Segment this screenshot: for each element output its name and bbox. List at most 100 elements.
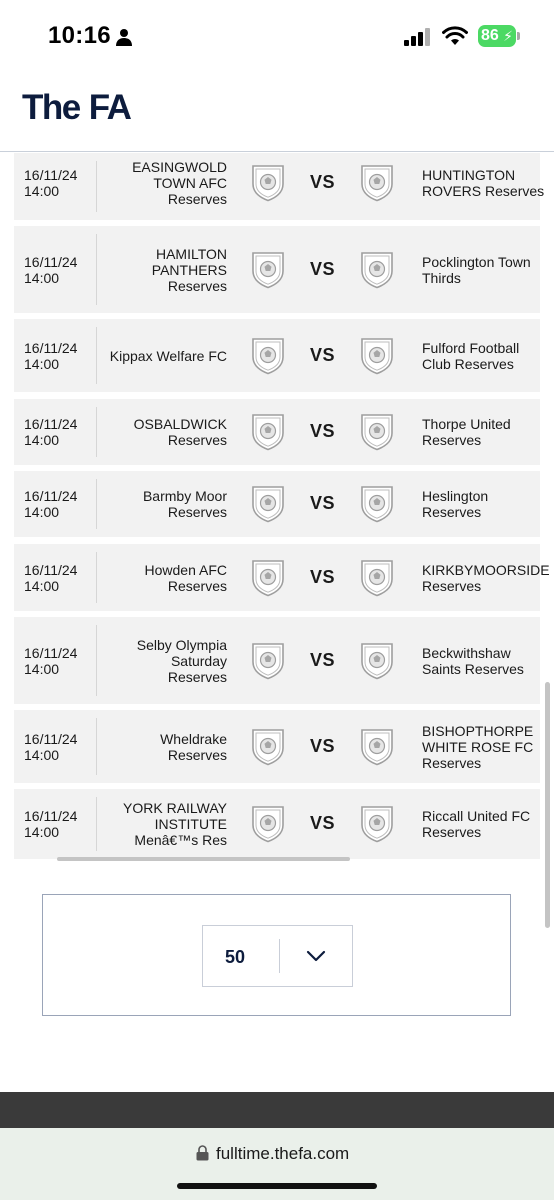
versus-label: VS — [310, 567, 336, 587]
battery-indicator: 86 ⚡ — [478, 25, 516, 47]
fixture-row[interactable]: 16/11/24 14:00 OSBALDWICK Reserves VS Thorpe … — [14, 399, 540, 465]
away-team-name-line: Fulford Football — [422, 340, 520, 356]
status-time: 10:16 — [48, 22, 111, 49]
fixture-row[interactable]: 16/11/24 14:00 Wheldrake Reserves VS BISHOPTH… — [14, 710, 540, 783]
fixture-row[interactable]: 16/11/24 14:00 EASINGWOLD TOWN AFC Reserves V… — [14, 153, 544, 220]
versus-label: VS — [310, 259, 336, 279]
home-team-name-line: HAMILTON — [155, 246, 227, 262]
away-team-name-line: Beckwithshaw — [422, 645, 511, 661]
away-team[interactable]: HUNTINGTON ROVERS Reserves — [422, 167, 544, 199]
away-team-name-line: Thorpe United — [422, 416, 511, 432]
fixture-row[interactable]: 16/11/24 14:00 Howden AFC Reserves VS KIRKBYM… — [14, 544, 550, 611]
home-team[interactable]: Barmby Moor Reserves — [77, 488, 227, 520]
away-team-name-line: Club Reserves — [422, 356, 514, 372]
home-team[interactable]: HAMILTON PANTHERS Reserves — [77, 246, 227, 294]
club-crest-icon — [252, 252, 284, 289]
home-team-name-line: OSBALDWICK — [133, 416, 227, 432]
club-crest-icon — [361, 165, 393, 202]
home-team[interactable]: YORK RAILWAY INSTITUTE Menâ€™s Res — [77, 800, 227, 848]
versus-label: VS — [310, 172, 336, 192]
away-team-name-line: Heslington — [422, 488, 489, 504]
club-crest-icon — [252, 560, 284, 597]
home-team-name-line: Reserves — [167, 432, 227, 448]
versus-label: VS — [310, 493, 336, 513]
home-team[interactable]: Kippax Welfare FC — [77, 348, 227, 364]
away-team-name-line: Saints Reserves — [422, 661, 524, 677]
url-text[interactable]: fulltime.thefa.com — [216, 1144, 349, 1164]
status-bar: 10:16 86 ⚡ — [0, 0, 554, 72]
club-crest-icon — [361, 252, 393, 289]
lock-icon — [196, 1145, 209, 1161]
club-crest-icon — [361, 560, 393, 597]
away-team[interactable]: Pocklington Town Thirds — [422, 254, 544, 286]
club-crest-icon — [361, 414, 393, 451]
home-team-name-line: Menâ€™s Res — [134, 832, 227, 848]
away-team[interactable]: KIRKBYMOORSIDE Reserves — [422, 562, 550, 594]
fixture-row[interactable]: 16/11/24 14:00 Kippax Welfare FC VS Fulford … — [14, 319, 540, 392]
home-team-name-line: Selby Olympia — [136, 637, 227, 653]
club-crest-icon — [252, 414, 284, 451]
home-team[interactable]: OSBALDWICK Reserves — [77, 416, 227, 448]
club-crest-icon — [252, 486, 284, 523]
home-team-name-line: Reserves — [167, 669, 227, 685]
home-team-name-line: PANTHERS — [151, 262, 227, 278]
select-divider — [279, 939, 280, 973]
home-team[interactable]: EASINGWOLD TOWN AFC Reserves — [77, 159, 227, 207]
logo-fa: FA — [88, 88, 132, 127]
away-team[interactable]: Fulford Football Club Reserves — [422, 340, 544, 372]
page-footer — [0, 1092, 554, 1128]
home-team[interactable]: Wheldrake Reserves — [77, 731, 227, 763]
away-team[interactable]: BISHOPTHORPE WHITE ROSE FC Reserves — [422, 723, 544, 771]
the-fa-logo[interactable]: The FA — [22, 88, 132, 128]
away-team-name-line: HUNTINGTON — [422, 167, 516, 183]
home-team-name-line: Wheldrake — [160, 731, 227, 747]
home-team-name-line: Reserves — [167, 191, 227, 207]
home-team-name-line: Saturday — [170, 653, 227, 669]
away-team-name-line: Reserves — [422, 755, 482, 771]
cellular-signal-icon — [404, 28, 430, 46]
club-crest-icon — [361, 729, 393, 766]
pagination-panel: 50 — [42, 894, 511, 1016]
fixture-row[interactable]: 16/11/24 14:00 YORK RAILWAY INSTITUTE Menâ€™… — [14, 789, 540, 859]
wifi-icon — [442, 26, 468, 45]
away-team-name-line: KIRKBYMOORSIDE — [422, 562, 550, 578]
away-team-name-line: Pocklington Town — [422, 254, 531, 270]
versus-label: VS — [310, 736, 336, 756]
home-team-name-line: Reserves — [167, 278, 227, 294]
away-team[interactable]: Beckwithshaw Saints Reserves — [422, 645, 544, 677]
away-team[interactable]: Thorpe United Reserves — [422, 416, 544, 448]
fixture-row[interactable]: 16/11/24 14:00 HAMILTON PANTHERS Reserves VS P… — [14, 226, 540, 313]
club-crest-icon — [252, 165, 284, 202]
browser-url-bar[interactable]: fulltime.thefa.com — [0, 1128, 554, 1200]
vertical-scrollbar[interactable] — [545, 682, 550, 928]
versus-label: VS — [310, 813, 336, 833]
away-team-name-line: Reserves — [422, 824, 482, 840]
fixture-row[interactable]: 16/11/24 14:00 Selby Olympia Saturday Reserv… — [14, 617, 540, 704]
home-team-name-line: TOWN AFC — [153, 175, 227, 191]
club-crest-icon — [361, 338, 393, 375]
home-team[interactable]: Selby Olympia Saturday Reserves — [77, 637, 227, 685]
page-size-value: 50 — [225, 947, 246, 967]
away-team-name-line: BISHOPTHORPE — [422, 723, 534, 739]
club-crest-icon — [252, 643, 284, 680]
home-team-name-line: YORK RAILWAY — [123, 800, 227, 816]
home-team[interactable]: Howden AFC Reserves — [77, 562, 227, 594]
away-team-name-line: Riccall United FC — [422, 808, 531, 824]
home-team-name-line: INSTITUTE — [154, 816, 227, 832]
away-team[interactable]: Heslington Reserves — [422, 488, 544, 520]
fixture-row[interactable]: 16/11/24 14:00 Barmby Moor Reserves VS Heslin… — [14, 471, 540, 537]
home-team-name-line: Kippax Welfare FC — [109, 348, 227, 364]
horizontal-scrollbar[interactable] — [57, 857, 350, 861]
battery-level: 86 — [481, 27, 499, 44]
club-crest-icon — [361, 806, 393, 843]
home-team-name-line: Barmby Moor — [142, 488, 227, 504]
club-crest-icon — [252, 338, 284, 375]
site-header: The FA — [0, 72, 554, 152]
away-team-name-line: Reserves — [422, 578, 482, 594]
away-team[interactable]: Riccall United FC Reserves — [422, 808, 544, 840]
chevron-down-icon[interactable] — [306, 949, 326, 963]
versus-label: VS — [310, 421, 336, 441]
page-size-select[interactable]: 50 — [202, 925, 353, 987]
logo-the: The — [22, 88, 81, 127]
home-team-name-line: Reserves — [167, 504, 227, 520]
